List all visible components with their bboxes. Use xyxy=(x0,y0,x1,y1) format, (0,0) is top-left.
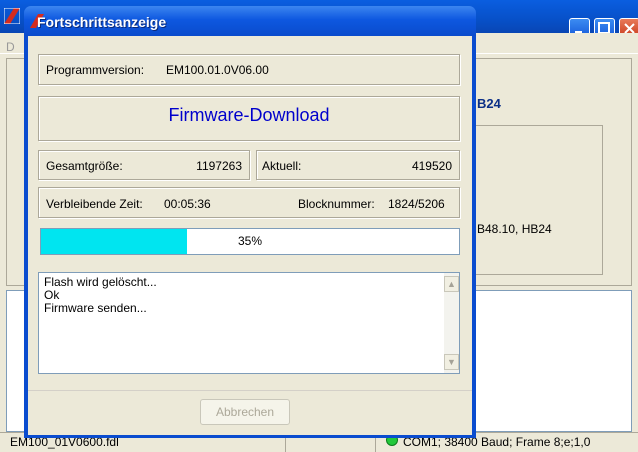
chevron-down-icon: ▼ xyxy=(447,357,456,367)
log-lines: Flash wird gelöscht... Ok Firmware sende… xyxy=(44,276,157,315)
total-size-value: 1197263 xyxy=(196,159,242,173)
chevron-up-icon: ▲ xyxy=(447,279,456,289)
remaining-time-label: Verbleibende Zeit: xyxy=(46,197,143,211)
version-label: Programmversion: xyxy=(46,63,145,77)
progress-percent: 35% xyxy=(237,234,263,248)
current-value: 419520 xyxy=(411,159,452,173)
dialog-title: Fortschrittsanzeige xyxy=(37,14,167,30)
app-icon xyxy=(4,8,20,24)
scroll-down-button[interactable]: ▼ xyxy=(444,354,459,370)
background-heading: B24 xyxy=(477,96,501,111)
dialog-divider xyxy=(28,390,472,391)
block-number-label: Blocknummer: xyxy=(298,197,375,211)
current-label: Aktuell: xyxy=(262,159,302,173)
log-line: Firmware senden... xyxy=(44,301,147,315)
cancel-button[interactable]: Abbrechen xyxy=(200,399,290,425)
log-line: Flash wird gelöscht... xyxy=(44,275,157,289)
scroll-up-button[interactable]: ▲ xyxy=(444,276,459,292)
block-number-value: 1824/5206 xyxy=(388,197,445,211)
device-group-box xyxy=(470,125,603,275)
version-value: EM100.01.0V06.00 xyxy=(166,63,269,77)
menu-item[interactable]: D xyxy=(6,40,15,54)
dialog-heading: Firmware-Download xyxy=(168,105,330,125)
device-text: B48.10, HB24 xyxy=(477,222,552,236)
remaining-time-value: 00:05:36 xyxy=(164,197,211,211)
total-size-label: Gesamtgröße: xyxy=(46,159,123,173)
